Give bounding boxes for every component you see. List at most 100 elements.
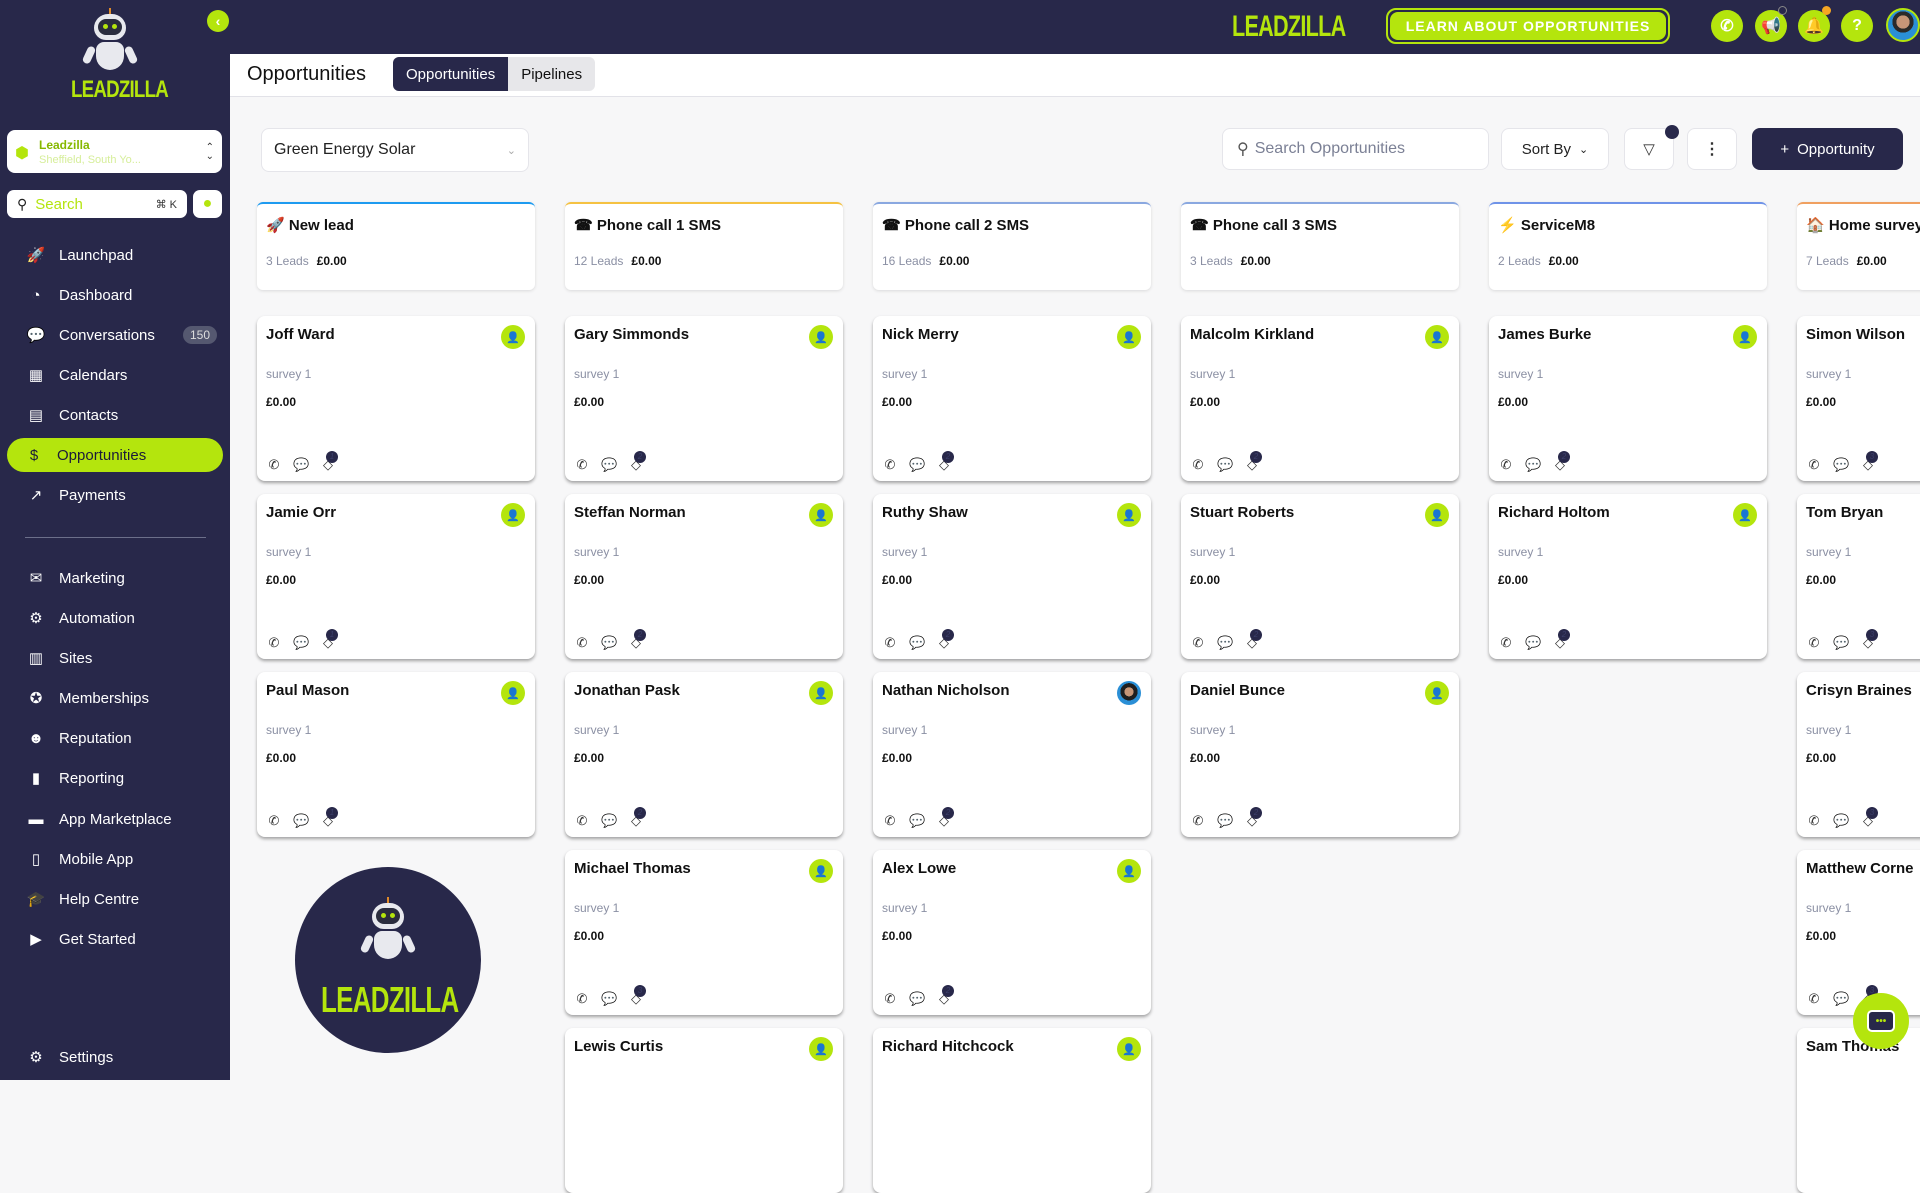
message-icon[interactable]: 💬 — [909, 813, 925, 829]
assign-user-icon[interactable]: 👤 — [501, 325, 525, 349]
tab-pipelines[interactable]: Pipelines — [508, 57, 595, 91]
sidebar-item-payments[interactable]: ↗ Payments — [7, 478, 223, 512]
tab-opportunities[interactable]: Opportunities — [393, 57, 509, 91]
message-icon[interactable]: 💬 — [601, 991, 617, 1007]
stage-header[interactable]: ⚡ ServiceM8 2 Leads £0.00 — [1489, 202, 1767, 290]
opportunity-card[interactable]: Matthew Corne👤survey 1£0.00✆💬◇3 — [1797, 850, 1920, 1015]
sidebar-item-dashboard[interactable]: ◔ Dashboard — [7, 278, 223, 312]
opportunity-card[interactable]: James Burke 👤 survey 1 £0.00 ✆ 💬 ◇ 2 — [1489, 316, 1767, 481]
phone-call-icon[interactable]: ✆ — [1806, 457, 1822, 473]
filter-button[interactable]: ▽ — [1624, 125, 1679, 170]
add-opportunity-button[interactable]: + Opportunity — [1752, 128, 1903, 170]
assign-user-icon[interactable]: 👤 — [1117, 503, 1141, 527]
assign-user-icon[interactable]: 👤 — [501, 681, 525, 705]
message-icon[interactable]: 💬 — [1525, 457, 1541, 473]
leadzilla-logo[interactable]: LEADZILLA — [60, 8, 169, 104]
opportunity-card[interactable]: Nathan Nicholson survey 1 £0.00 ✆ 💬 ◇ 2 — [873, 672, 1151, 837]
message-icon[interactable]: 💬 — [1217, 813, 1233, 829]
collapse-sidebar-button[interactable]: ‹ — [207, 10, 229, 32]
phone-call-icon[interactable]: ✆ — [1806, 813, 1822, 829]
sort-by-button[interactable]: Sort By ⌄ — [1501, 128, 1609, 170]
assign-user-icon[interactable]: 👤 — [809, 681, 833, 705]
opportunity-card[interactable]: Richard Hitchcock 👤 — [873, 1028, 1151, 1193]
phone-call-icon[interactable]: ✆ — [1190, 457, 1206, 473]
phone-call-icon[interactable]: ✆ — [1498, 635, 1514, 651]
message-icon[interactable]: 💬 — [293, 635, 309, 651]
message-icon[interactable]: 💬 — [293, 457, 309, 473]
phone-call-icon[interactable]: ✆ — [574, 635, 590, 651]
sidebar-item-sites[interactable]: ▥ Sites — [7, 641, 223, 675]
stage-header[interactable]: ☎ Phone call 1 SMS 12 Leads £0.00 — [565, 202, 843, 290]
phone-call-icon[interactable]: ✆ — [266, 457, 282, 473]
message-icon[interactable]: 💬 — [1833, 635, 1849, 651]
opportunity-card[interactable]: Lewis Curtis 👤 — [565, 1028, 843, 1193]
opportunity-card[interactable]: Richard Holtom 👤 survey 1 £0.00 ✆ 💬 ◇ 2 — [1489, 494, 1767, 659]
opportunity-card[interactable]: Paul Mason 👤 survey 1 £0.00 ✆ 💬 ◇ 1 — [257, 672, 535, 837]
stage-header[interactable]: ☎ Phone call 3 SMS 3 Leads £0.00 — [1181, 202, 1459, 290]
assign-user-icon[interactable]: 👤 — [809, 325, 833, 349]
phone-call-icon[interactable]: ✆ — [1498, 457, 1514, 473]
opportunity-card[interactable]: Crisyn Braines👤survey 1£0.00✆💬◇3 — [1797, 672, 1920, 837]
opportunity-card[interactable]: Sam Thomas👤 — [1797, 1028, 1920, 1193]
assign-user-icon[interactable]: 👤 — [809, 503, 833, 527]
message-icon[interactable]: 💬 — [1217, 457, 1233, 473]
phone-call-icon[interactable]: ✆ — [1190, 635, 1206, 651]
assign-user-icon[interactable]: 👤 — [1733, 503, 1757, 527]
stage-header[interactable]: 🚀 New lead 3 Leads £0.00 — [257, 202, 535, 290]
phone-call-icon[interactable]: ✆ — [882, 457, 898, 473]
message-icon[interactable]: 💬 — [909, 635, 925, 651]
phone-call-icon[interactable]: ✆ — [882, 991, 898, 1007]
sidebar-item-reporting[interactable]: ▮ Reporting — [7, 761, 223, 795]
message-icon[interactable]: 💬 — [1833, 813, 1849, 829]
phone-button[interactable]: ✆ — [1711, 10, 1743, 42]
phone-call-icon[interactable]: ✆ — [1806, 991, 1822, 1007]
assign-user-icon[interactable]: 👤 — [809, 1037, 833, 1061]
learn-about-opportunities-button[interactable]: LEARN ABOUT OPPORTUNITIES — [1386, 8, 1670, 44]
sidebar-item-memberships[interactable]: ✪ Memberships — [7, 681, 223, 715]
phone-call-icon[interactable]: ✆ — [1190, 813, 1206, 829]
opportunity-card[interactable]: Stuart Roberts 👤 survey 1 £0.00 ✆ 💬 ◇ 2 — [1181, 494, 1459, 659]
opportunity-card[interactable]: Simon Wilson👤survey 1£0.00✆💬◇3 — [1797, 316, 1920, 481]
phone-call-icon[interactable]: ✆ — [266, 635, 282, 651]
opportunity-card[interactable]: Daniel Bunce 👤 survey 1 £0.00 ✆ 💬 ◇ 2 — [1181, 672, 1459, 837]
more-options-button[interactable]: ⋮ — [1687, 128, 1737, 170]
message-icon[interactable]: 💬 — [909, 991, 925, 1007]
assign-user-icon[interactable]: 👤 — [1425, 325, 1449, 349]
stage-header[interactable]: ☎ Phone call 2 SMS 16 Leads £0.00 — [873, 202, 1151, 290]
sidebar-item-conversations[interactable]: 💬 Conversations 150 — [7, 318, 223, 352]
sidebar-item-app-marketplace[interactable]: ▬ App Marketplace — [7, 802, 223, 836]
opportunity-card[interactable]: Steffan Norman 👤 survey 1 £0.00 ✆ 💬 ◇ 2 — [565, 494, 843, 659]
opportunity-card[interactable]: Jonathan Pask 👤 survey 1 £0.00 ✆ 💬 ◇ 2 — [565, 672, 843, 837]
assign-user-icon[interactable]: 👤 — [1425, 503, 1449, 527]
assign-user-icon[interactable]: 👤 — [1117, 325, 1141, 349]
opportunity-card[interactable]: Tom Bryan👤survey 1£0.00✆💬◇3 — [1797, 494, 1920, 659]
phone-call-icon[interactable]: ✆ — [882, 813, 898, 829]
message-icon[interactable]: 💬 — [1833, 457, 1849, 473]
opportunity-card[interactable]: Gary Simmonds 👤 survey 1 £0.00 ✆ 💬 ◇ 2 — [565, 316, 843, 481]
opportunity-card[interactable]: Joff Ward 👤 survey 1 £0.00 ✆ 💬 ◇ 1 — [257, 316, 535, 481]
sidebar-item-contacts[interactable]: ▤ Contacts — [7, 398, 223, 432]
sidebar-item-reputation[interactable]: ☻ Reputation — [7, 721, 223, 755]
pipeline-select[interactable]: Green Energy Solar ⌄ — [261, 128, 529, 172]
sidebar-item-launchpad[interactable]: 🚀 Launchpad — [7, 238, 223, 272]
help-button[interactable]: ? — [1841, 10, 1873, 42]
assigned-user-avatar[interactable] — [1117, 681, 1141, 705]
opportunity-card[interactable]: Michael Thomas 👤 survey 1 £0.00 ✆ 💬 ◇ 3 — [565, 850, 843, 1015]
sidebar-item-automation[interactable]: ⚙ Automation — [7, 601, 223, 635]
opportunity-card[interactable]: Nick Merry 👤 survey 1 £0.00 ✆ 💬 ◇ 2 — [873, 316, 1151, 481]
assign-user-icon[interactable]: 👤 — [1733, 325, 1757, 349]
sidebar-item-mobile-app[interactable]: ▯ Mobile App — [7, 842, 223, 876]
opportunity-card[interactable]: Malcolm Kirkland 👤 survey 1 £0.00 ✆ 💬 ◇ 2 — [1181, 316, 1459, 481]
message-icon[interactable]: 💬 — [293, 813, 309, 829]
message-icon[interactable]: 💬 — [601, 635, 617, 651]
assign-user-icon[interactable]: 👤 — [1117, 859, 1141, 883]
assign-user-icon[interactable]: 👤 — [1425, 681, 1449, 705]
message-icon[interactable]: 💬 — [909, 457, 925, 473]
assign-user-icon[interactable]: 👤 — [1117, 1037, 1141, 1061]
search-opportunities-input[interactable]: ⚲ Search Opportunities — [1222, 128, 1489, 170]
phone-call-icon[interactable]: ✆ — [574, 457, 590, 473]
quick-add-contact-button[interactable]: ● — [193, 190, 222, 218]
sidebar-item-get-started[interactable]: ▶ Get Started — [7, 922, 223, 956]
chat-widget-button[interactable]: ••• — [1853, 993, 1909, 1049]
sidebar-item-opportunities[interactable]: $ Opportunities — [7, 438, 223, 472]
